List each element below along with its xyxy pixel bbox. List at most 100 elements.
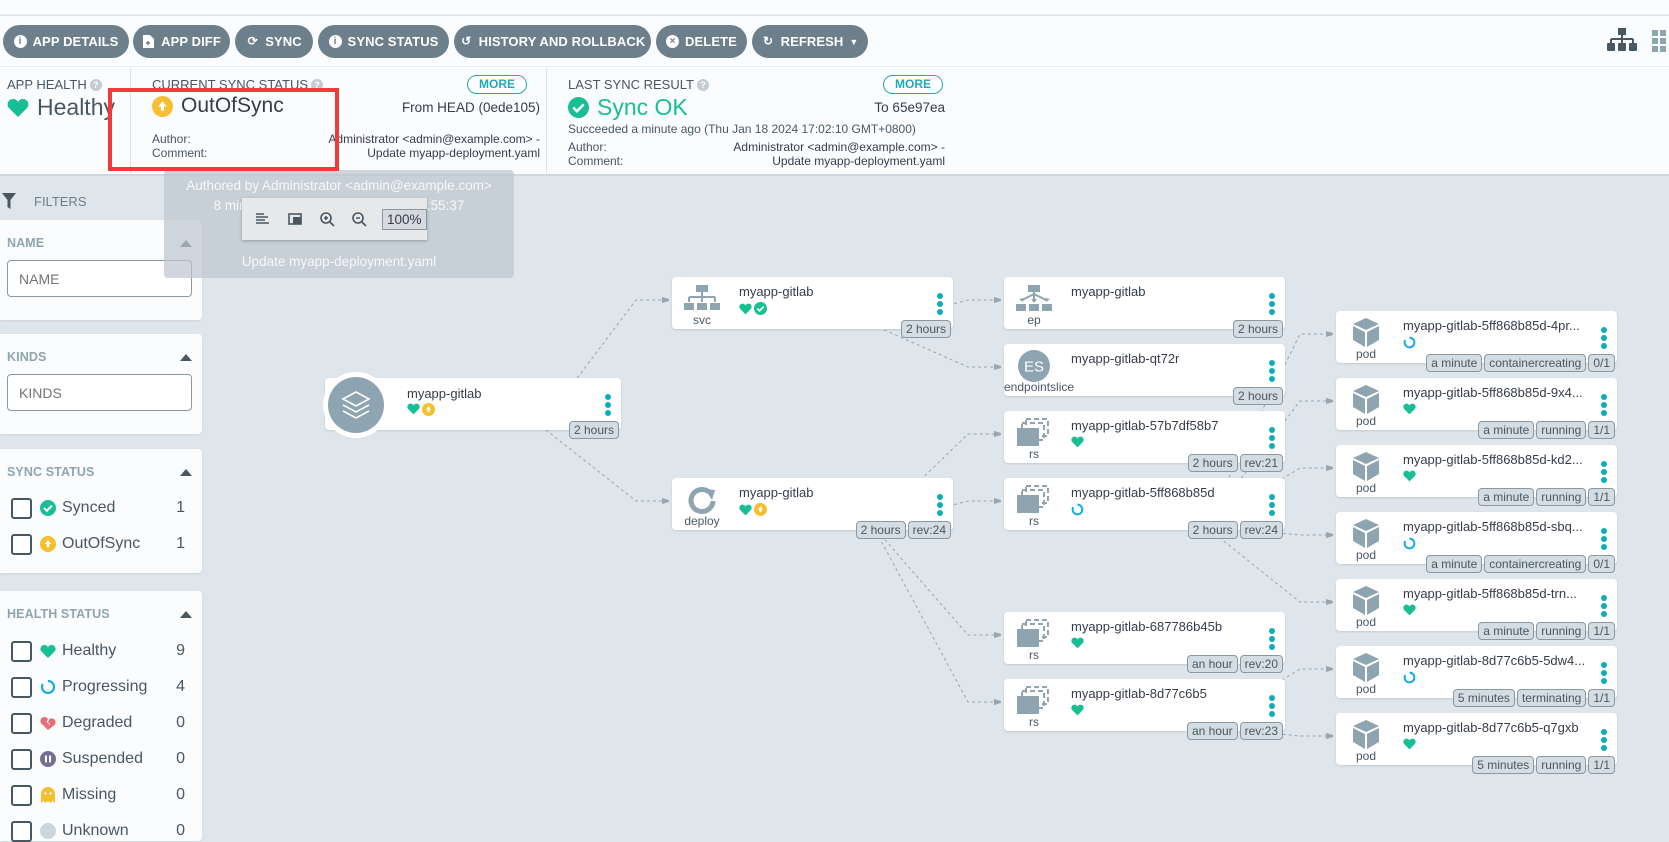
refresh-button[interactable]: ↻ REFRESH ▼: [752, 25, 868, 58]
node-status: [1403, 470, 1416, 482]
history-and-rollback-button[interactable]: ↺ HISTORY AND ROLLBACK: [454, 25, 651, 58]
last-sync-more-button[interactable]: MORE: [883, 75, 943, 94]
collapse-icon[interactable]: [180, 611, 192, 618]
node-tag: 2 hours: [1232, 320, 1283, 338]
node-tag: running: [1536, 756, 1587, 774]
node-menu-button[interactable]: [1601, 461, 1607, 483]
resource-node-rs[interactable]: rs myapp-gitlab-5ff868b85d 2 hours rev:24: [1004, 478, 1285, 539]
sync-button[interactable]: ⟳ SYNC: [235, 25, 313, 58]
node-menu-button[interactable]: [1269, 293, 1275, 315]
app-diff-button[interactable]: APP DIFF: [133, 25, 230, 58]
resource-node-pod[interactable]: pod myapp-gitlab-5ff868b85d-trn... a minut…: [1336, 579, 1617, 640]
node-menu-button[interactable]: [1269, 427, 1275, 449]
node-tag: rev:24: [1239, 521, 1283, 539]
resource-node-ep[interactable]: ep myapp-gitlab 2 hours: [1004, 277, 1285, 338]
node-status: [1071, 503, 1084, 516]
app-node-name: myapp-gitlab: [407, 386, 482, 401]
node-menu-button[interactable]: [1269, 628, 1275, 650]
checkbox[interactable]: [11, 676, 32, 698]
node-menu-button[interactable]: [605, 394, 611, 416]
filter-unknown[interactable]: Unknown 0: [11, 820, 191, 842]
node-menu-button[interactable]: [1601, 327, 1607, 349]
layers-icon: [328, 377, 384, 433]
current-sync-revision[interactable]: From HEAD (0ede105): [402, 100, 540, 115]
align-left-icon[interactable]: [254, 210, 272, 228]
node-menu-button[interactable]: [1269, 360, 1275, 382]
edge-arrow: [994, 364, 1001, 370]
node-menu-button[interactable]: [1601, 394, 1607, 416]
node-menu-button[interactable]: [937, 494, 943, 516]
filter-count: 0: [176, 714, 185, 731]
graph-edge: [872, 525, 1000, 636]
node-menu-button[interactable]: [937, 293, 943, 315]
checkbox[interactable]: [11, 820, 32, 842]
resource-node-pod[interactable]: pod myapp-gitlab-5ff868b85d-9x4... a minut…: [1336, 378, 1617, 439]
zoom-out-icon[interactable]: [350, 210, 368, 228]
node-menu-button[interactable]: [1269, 494, 1275, 516]
pod-icon: [1348, 586, 1384, 616]
filter-count: 4: [176, 678, 185, 695]
node-menu-button[interactable]: [1601, 729, 1607, 751]
resource-node-pod[interactable]: pod myapp-gitlab-8d77c6b5-q7gxb 5 minutes r…: [1336, 713, 1617, 774]
filter-missing[interactable]: Missing 0: [11, 784, 191, 806]
checkbox[interactable]: [11, 640, 32, 662]
resource-node-endpointslice[interactable]: ES endpointslice myapp-gitlab-qt72r 2 hours: [1004, 344, 1285, 405]
node-tag: rev:23: [1239, 722, 1283, 740]
kinds-filter-input[interactable]: [7, 374, 192, 411]
collapse-icon[interactable]: [180, 354, 192, 361]
collapse-icon[interactable]: [180, 469, 192, 476]
tree-view-icon[interactable]: [1606, 28, 1638, 54]
refresh-label: REFRESH: [780, 34, 844, 49]
resource-node-rs[interactable]: rs myapp-gitlab-57b7df58b7 2 hours rev:21: [1004, 411, 1285, 472]
node-menu-button[interactable]: [1269, 695, 1275, 717]
resource-node-pod[interactable]: pod myapp-gitlab-8d77c6b5-5dw4... 5 minute…: [1336, 646, 1617, 707]
filter-degraded[interactable]: Degraded 0: [11, 712, 191, 734]
checkbox[interactable]: [11, 533, 32, 555]
help-icon[interactable]: ?: [89, 78, 102, 91]
endpoints-icon: [1016, 284, 1052, 314]
file-diff-icon: [142, 35, 155, 48]
resource-node-pod[interactable]: pod myapp-gitlab-5ff868b85d-kd2... a minut…: [1336, 445, 1617, 506]
edge-arrow: [994, 431, 1001, 437]
filters-header[interactable]: FILTERS: [0, 186, 87, 216]
node-kind-label: endpointslice: [1004, 380, 1075, 394]
zoom-in-icon[interactable]: [318, 210, 336, 228]
filter-progressing[interactable]: Progressing 4: [11, 676, 191, 698]
resource-node-deploy[interactable]: deploy myapp-gitlab 2 hours rev:24: [672, 478, 953, 539]
zoom-level[interactable]: 100%: [382, 208, 427, 230]
replicaset-icon: [1016, 686, 1052, 716]
filter-healthy[interactable]: Healthy 9: [11, 640, 191, 662]
checkbox[interactable]: [11, 784, 32, 806]
checkbox[interactable]: [11, 712, 32, 734]
sync-status-button[interactable]: i SYNC STATUS: [318, 25, 449, 58]
resource-node-rs[interactable]: rs myapp-gitlab-8d77c6b5 an hour rev:23: [1004, 679, 1285, 740]
replicaset-icon: [1016, 619, 1052, 649]
checkbox[interactable]: [11, 497, 32, 519]
fit-to-screen-icon[interactable]: [286, 210, 304, 228]
filter-suspended[interactable]: Suspended 0: [11, 748, 191, 770]
last-sync-revision[interactable]: To 65e97ea: [874, 100, 945, 115]
node-tag: 2 hours: [1232, 387, 1283, 405]
filter-outofsync[interactable]: OutOfSync 1: [11, 533, 191, 555]
graph-edge: [872, 525, 1000, 703]
node-menu-button[interactable]: [1601, 528, 1607, 550]
node-tag: a minute: [1478, 421, 1535, 439]
pod-icon: [1348, 385, 1384, 415]
filter-synced[interactable]: Synced 1: [11, 497, 191, 519]
grid-view-icon[interactable]: [1652, 28, 1669, 54]
resource-node-rs[interactable]: rs myapp-gitlab-687786b45b an hour rev:20: [1004, 612, 1285, 673]
resource-node-pod[interactable]: pod myapp-gitlab-5ff868b85d-sbq... a minut…: [1336, 512, 1617, 573]
checkbox[interactable]: [11, 748, 32, 770]
delete-button[interactable]: × DELETE: [656, 25, 747, 58]
help-icon[interactable]: ?: [696, 78, 709, 91]
resource-node-svc[interactable]: svc myapp-gitlab 2 hours: [672, 277, 953, 338]
node-menu-button[interactable]: [1601, 595, 1607, 617]
heart-icon: [7, 98, 29, 117]
current-sync-more-button[interactable]: MORE: [467, 75, 527, 94]
node-menu-button[interactable]: [1601, 662, 1607, 684]
comment-label: Comment:: [568, 154, 624, 168]
pod-icon: [1348, 653, 1384, 683]
app-details-button[interactable]: i APP DETAILS: [3, 25, 129, 58]
resource-node-pod[interactable]: pod myapp-gitlab-5ff868b85d-4pr... a minut…: [1336, 311, 1617, 372]
node-name: myapp-gitlab-687786b45b: [1071, 619, 1223, 634]
